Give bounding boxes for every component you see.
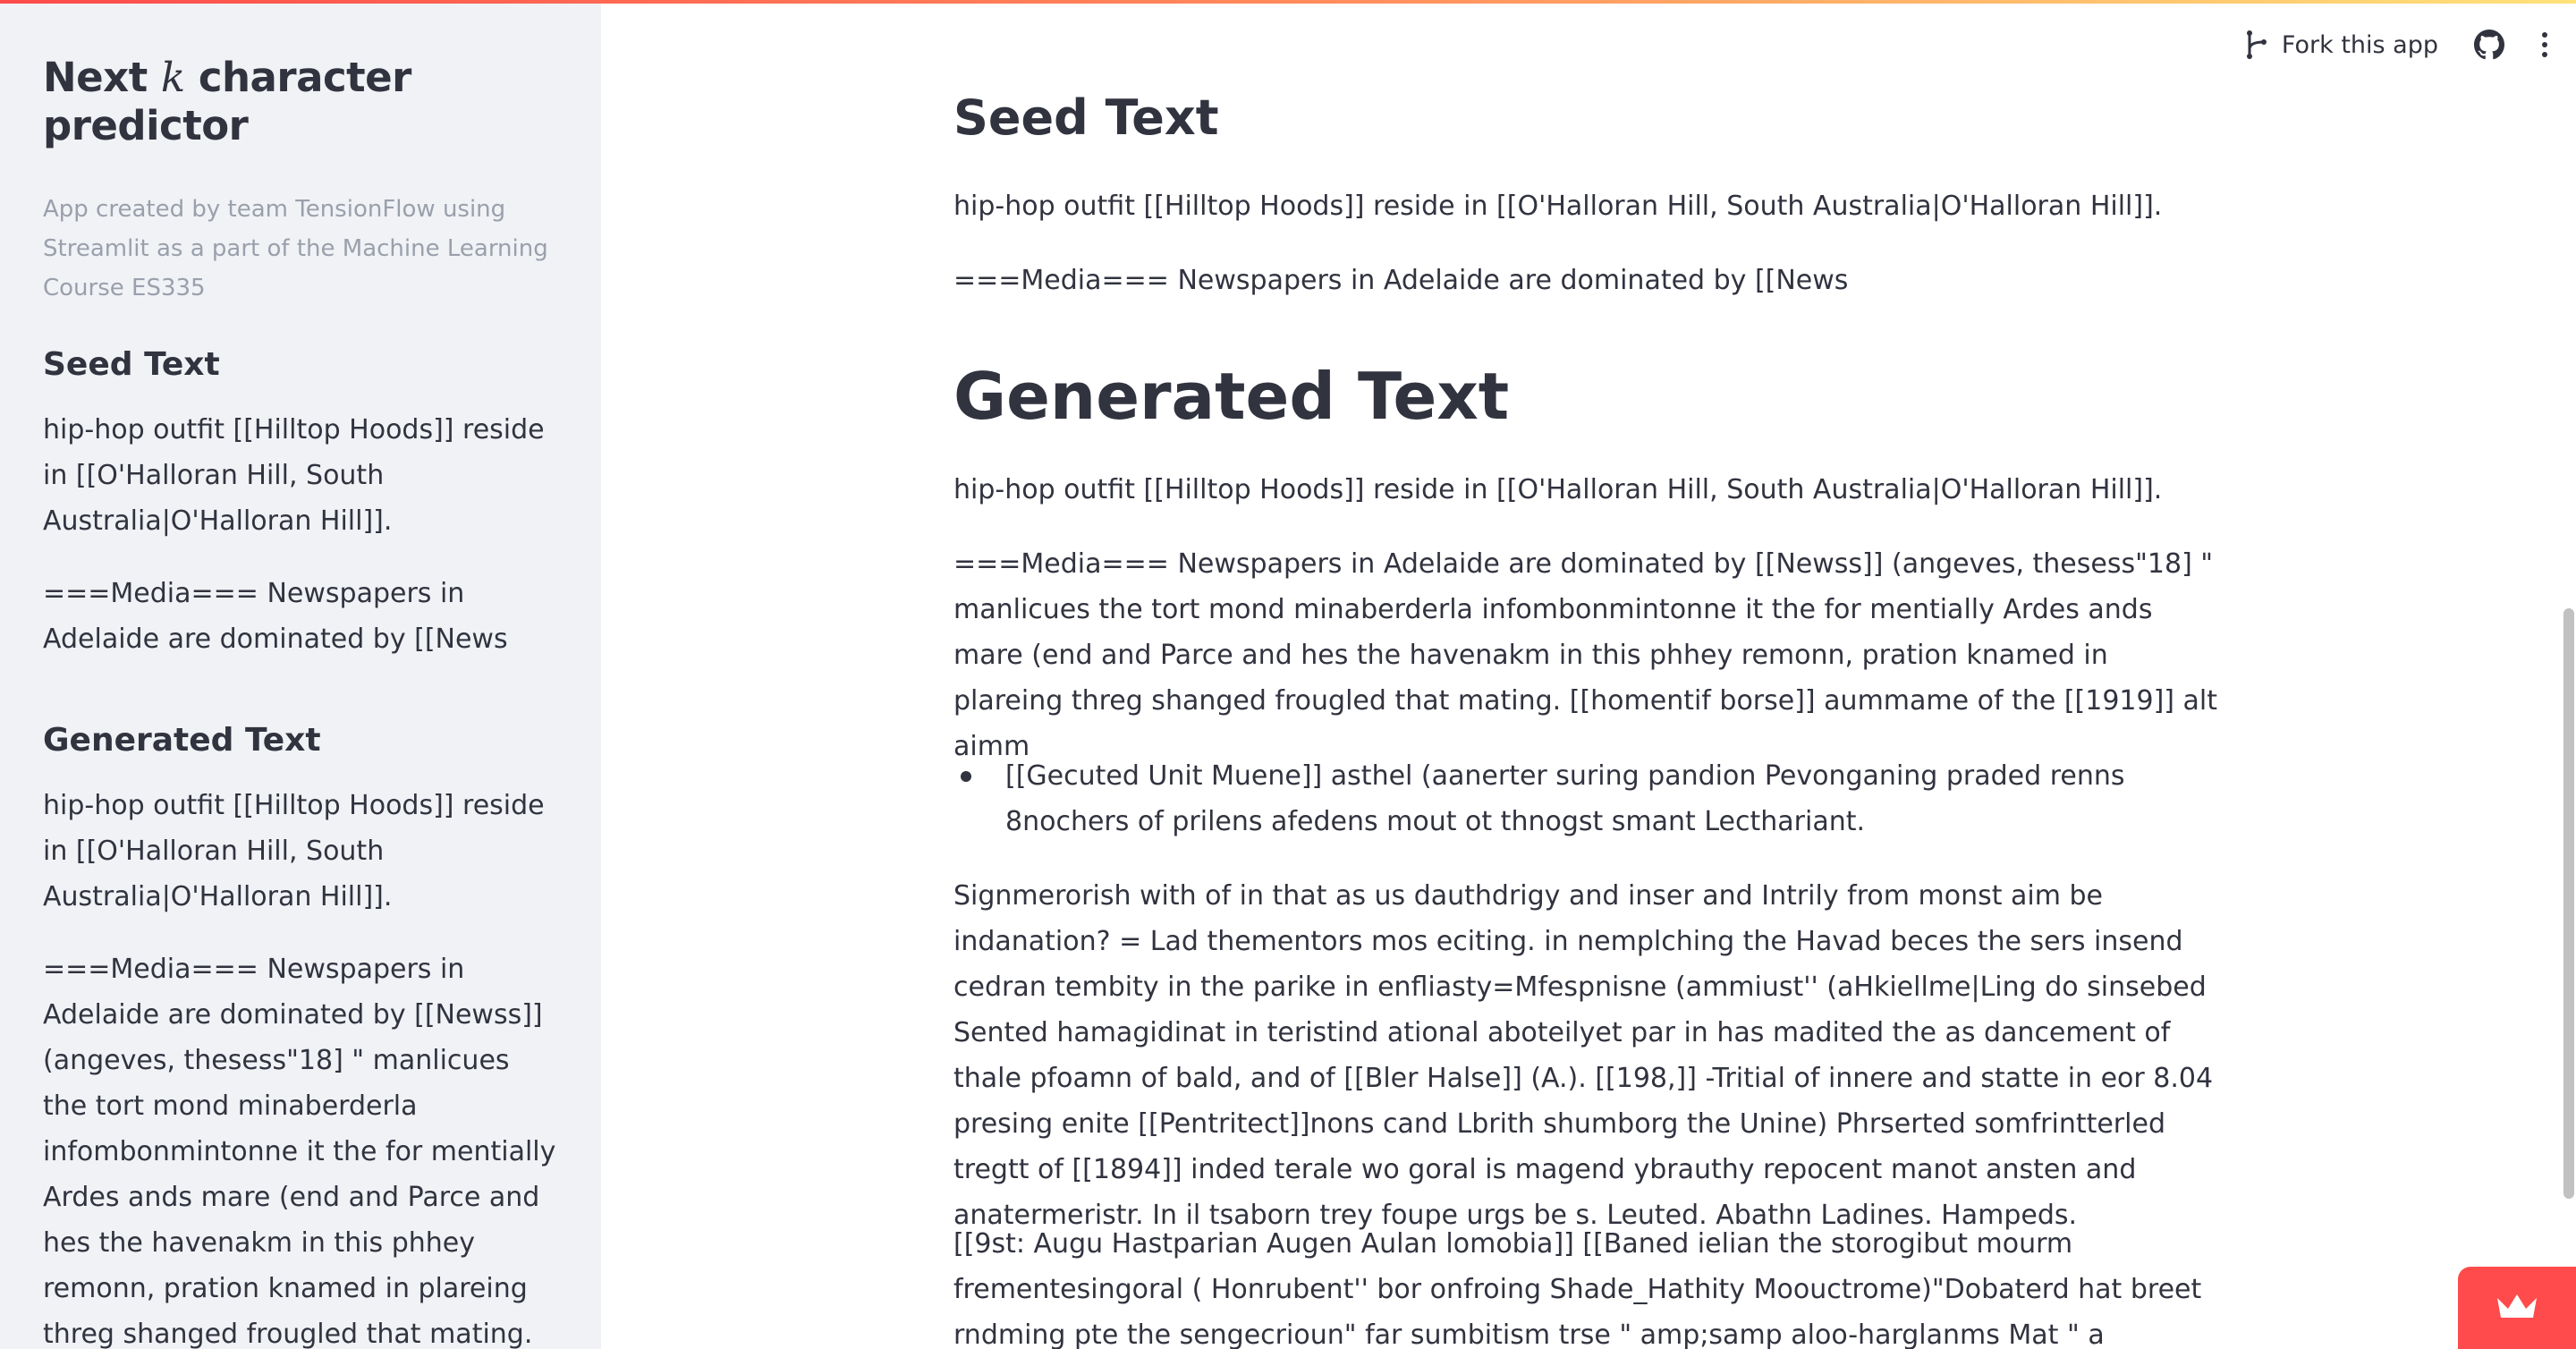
fork-app-label: Fork this app	[2281, 30, 2438, 59]
streamlit-badge-button[interactable]	[2458, 1267, 2576, 1349]
kebab-menu-icon[interactable]	[2540, 30, 2549, 59]
main-scrollbar[interactable]	[2562, 0, 2576, 1349]
app-caption: App created by team TensionFlow using St…	[43, 196, 548, 301]
seed-text-paragraph: ===Media=== Newspapers in Adelaide are d…	[953, 265, 1849, 296]
sidebar-generated-paragraph: hip-hop outfit [[Hilltop Hoods]] reside …	[43, 790, 545, 913]
app-toolbar: Fork this app	[2244, 27, 2549, 63]
sidebar-generated-heading: Generated Text	[43, 722, 321, 759]
app-title-prefix: Next	[43, 54, 161, 101]
sidebar-seed-heading: Seed Text	[43, 346, 220, 383]
generated-text-paragraph: ===Media=== Newspapers in Adelaide are d…	[953, 548, 2218, 762]
generated-text-paragraph: Signmerorish with of in that as us dauth…	[953, 880, 2214, 1231]
seed-text-heading: Seed Text	[953, 89, 1219, 146]
fork-app-button[interactable]: Fork this app	[2244, 30, 2438, 60]
sidebar-seed-paragraph: ===Media=== Newspapers in Adelaide are d…	[43, 578, 508, 656]
bullet-icon	[961, 771, 971, 782]
app-title: Next k character predictor	[43, 54, 558, 150]
sidebar-generated-paragraph: ===Media=== Newspapers in Adelaide are d…	[43, 954, 556, 1349]
sidebar: Next k character predictor App created b…	[0, 0, 601, 1349]
main-content: Seed Text hip-hop outfit [[Hilltop Hoods…	[953, 0, 2224, 1349]
fork-icon	[2244, 30, 2269, 60]
generated-text-paragraph: hip-hop outfit [[Hilltop Hoods]] reside …	[953, 474, 2163, 505]
sidebar-seed-paragraph: hip-hop outfit [[Hilltop Hoods]] reside …	[43, 414, 545, 538]
github-icon[interactable]	[2474, 30, 2504, 60]
generated-text-heading: Generated Text	[953, 359, 1510, 434]
generated-text-list-item: [[Gecuted Unit Muene]] asthel (aanerter …	[953, 753, 2224, 844]
seed-text-paragraph: hip-hop outfit [[Hilltop Hoods]] reside …	[953, 191, 2163, 222]
scrollbar-thumb[interactable]	[2563, 608, 2574, 1199]
app-title-variable: k	[160, 54, 185, 101]
top-decoration-bar	[0, 0, 2576, 4]
generated-text-paragraph: [[9st: Augu Hastparian Augen Aulan lomob…	[953, 1228, 2202, 1349]
streamlit-crown-icon	[2494, 1289, 2540, 1327]
generated-text-list-item-text: [[Gecuted Unit Muene]] asthel (aanerter …	[1005, 760, 2125, 837]
